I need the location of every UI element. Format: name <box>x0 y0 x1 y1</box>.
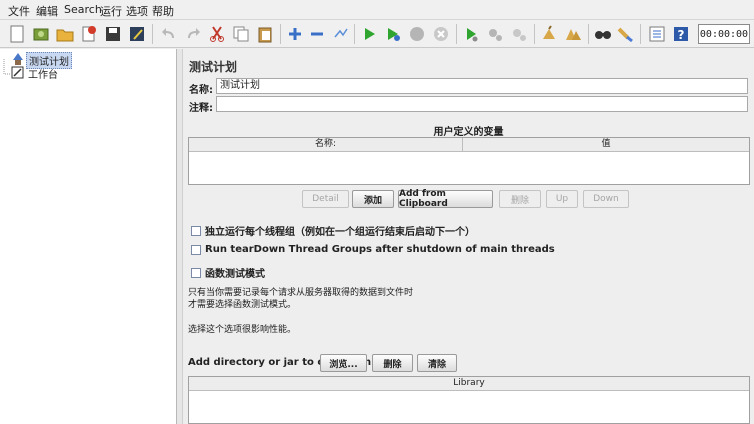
shutdown-icon[interactable] <box>430 23 452 45</box>
remote-start-icon[interactable] <box>460 23 482 45</box>
expand-icon[interactable] <box>284 23 306 45</box>
open-icon[interactable] <box>54 23 76 45</box>
menu-search[interactable]: Search <box>64 3 102 16</box>
start-no-pause-icon[interactable] <box>382 23 404 45</box>
copy-icon[interactable] <box>230 23 252 45</box>
name-label: 名称: <box>189 85 213 96</box>
menu-run[interactable]: 运行 <box>100 3 122 19</box>
checkbox-label: Run tearDown Thread Groups after shutdow… <box>205 244 555 255</box>
clear-all-icon[interactable] <box>562 23 584 45</box>
save-icon[interactable] <box>102 23 124 45</box>
teardown-checkbox[interactable]: Run tearDown Thread Groups after shutdow… <box>191 244 555 255</box>
variables-table[interactable]: 名称: 值 <box>188 137 750 185</box>
test-tree: 测试计划 工作台 <box>0 49 177 424</box>
down-button[interactable]: Down <box>583 190 629 208</box>
classpath-delete-button[interactable]: 删除 <box>372 354 413 372</box>
cut-icon[interactable] <box>206 23 228 45</box>
toolbar: ? 00:00:00 <box>0 20 754 48</box>
menu-help[interactable]: 帮助 <box>152 3 174 19</box>
paste-icon[interactable] <box>254 23 276 45</box>
tree-item-label: 工作台 <box>28 70 58 81</box>
svg-text:?: ? <box>678 28 685 42</box>
reset-search-icon[interactable] <box>614 23 636 45</box>
browse-button[interactable]: 浏览... <box>320 354 367 372</box>
column-library[interactable]: Library <box>189 377 749 390</box>
serialize-checkbox[interactable]: 独立运行每个线程组（例如在一个组运行结束后启动下一个） <box>191 223 475 238</box>
checkbox-box[interactable] <box>191 225 201 236</box>
checkbox-label: 独立运行每个线程组（例如在一个组运行结束后启动下一个） <box>205 227 475 238</box>
tree-item-workbench[interactable]: 工作台 <box>10 65 60 82</box>
delete-button[interactable]: 删除 <box>499 190 541 208</box>
checkbox-label: 函数测试模式 <box>205 269 265 280</box>
search-icon[interactable] <box>592 23 614 45</box>
library-table[interactable]: Library <box>188 376 750 424</box>
add-from-clipboard-button[interactable]: Add from Clipboard <box>398 189 493 209</box>
templates-icon[interactable] <box>30 23 52 45</box>
functional-mode-checkbox[interactable]: 函数测试模式 <box>191 265 265 280</box>
function-helper-icon[interactable] <box>646 23 668 45</box>
page-title: 测试计划 <box>189 60 238 74</box>
menu-options[interactable]: 选项 <box>126 3 148 19</box>
clear-icon[interactable] <box>538 23 560 45</box>
performance-note: 选择这个选项很影响性能。 <box>188 325 297 335</box>
detail-button[interactable]: Detail <box>302 190 349 208</box>
new-icon[interactable] <box>6 23 28 45</box>
comment-field[interactable] <box>216 96 748 112</box>
comment-label: 注释: <box>189 103 213 114</box>
elapsed-timer: 00:00:00 <box>698 24 750 44</box>
library-header: Library <box>189 377 749 391</box>
checkbox-box[interactable] <box>191 267 201 278</box>
save-as-icon[interactable] <box>126 23 148 45</box>
add-button[interactable]: 添加 <box>352 190 394 208</box>
variables-title: 用户定义的变量 <box>433 127 504 138</box>
column-name[interactable]: 名称: <box>189 138 463 151</box>
name-field[interactable]: 测试计划 <box>216 78 748 94</box>
up-button[interactable]: Up <box>546 190 578 208</box>
redo-icon[interactable] <box>182 23 204 45</box>
start-icon[interactable] <box>358 23 380 45</box>
menu-bar: 文件 编辑 Search 运行 选项 帮助 <box>0 0 754 20</box>
menu-edit[interactable]: 编辑 <box>36 3 58 19</box>
menu-file[interactable]: 文件 <box>8 3 30 19</box>
test-plan-panel: 测试计划 名称: 测试计划 注释: 用户定义的变量 名称: 值 Detail 添… <box>183 49 754 424</box>
collapse-icon[interactable] <box>306 23 328 45</box>
remote-shutdown-icon[interactable] <box>508 23 530 45</box>
close-icon[interactable] <box>78 23 100 45</box>
functional-note-2: 才需要选择函数测试模式。 <box>188 300 297 310</box>
checkbox-box[interactable] <box>191 244 201 255</box>
undo-icon[interactable] <box>158 23 180 45</box>
table-header: 名称: 值 <box>189 138 749 152</box>
stop-icon[interactable] <box>406 23 428 45</box>
toggle-icon[interactable] <box>330 23 352 45</box>
help-icon[interactable]: ? <box>670 23 692 45</box>
classpath-clear-button[interactable]: 清除 <box>417 354 457 372</box>
column-value[interactable]: 值 <box>463 138 749 151</box>
remote-stop-icon[interactable] <box>484 23 506 45</box>
